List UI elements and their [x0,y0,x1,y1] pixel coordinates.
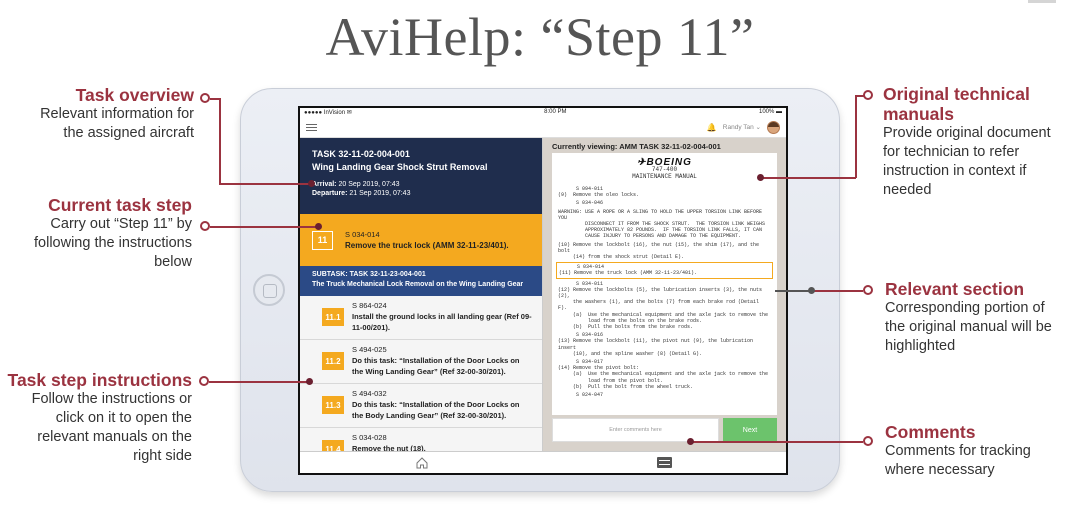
annotation-desc: Corresponding portion of the original man… [885,300,1052,354]
app-screen: ●●●●● InVision ✉ 8:00 PM 100% ▬ 🔔 Randy … [298,106,788,475]
step-text: S 034-014 Remove the truck lock (AMM 32-… [345,230,509,250]
current-task-step[interactable]: 11 S 034-014 Remove the truck lock (AMM … [300,214,542,266]
connector-dot [200,221,210,231]
connector-line [219,183,311,185]
annotation-comments: Comments Comments for tracking where nece… [885,422,1031,480]
connector-pin [308,180,315,187]
annotation-original-manuals: Original technical manuals Provide origin… [883,84,1051,200]
task-departure: Departure: 21 Sep 2019, 07:43 [312,190,411,197]
annotation-desc: Follow the instructions or click on it to… [31,391,192,464]
annotation-title: Task step instructions [7,370,192,390]
connector-dot [863,436,873,446]
manual-line: S 034-017 (14) Remove the pivot bolt: (a… [558,359,769,390]
substep-number: 11.3 [322,396,344,414]
connector-dot [199,376,209,386]
substep-item[interactable]: 11.3 S 494-032 Do this task: “Installatio… [300,384,542,428]
annotation-title: Task overview [75,85,194,105]
substep-number: 11.2 [322,352,344,370]
connector-line [209,381,309,383]
task-arrival: Arrival: 20 Sep 2019, 07:43 [312,181,400,188]
annotation-desc: Comments for tracking where necessary [885,443,1031,478]
annotation-title: Relevant section [885,279,1025,299]
avatar[interactable] [767,120,780,134]
connector-line [219,98,221,184]
manual-header: ✈BOEING 747-400 MAINTENANCE MANUAL [558,157,771,181]
status-carrier: ●●●●● InVision ✉ [304,110,352,116]
status-bar: ●●●●● InVision ✉ 8:00 PM 100% ▬ [300,108,786,117]
top-bar: 🔔 Randy Tan ⌄ [300,117,786,138]
task-name: Wing Landing Gear Shock Strut Removal [312,162,488,172]
substep-item[interactable]: 11.2 S 494-025 Do this task: “Installatio… [300,340,542,384]
connector-pin [315,223,322,230]
manual-pane: Currently viewing: AMM TASK 32-11-02-004… [543,138,786,451]
corner-tab [1028,0,1056,3]
comment-row: Enter comments here Next [552,418,777,442]
connector-dot [200,93,210,103]
manual-line: S 034-011 (12) Remove the lockbolts (5),… [558,280,769,331]
status-time: 8:00 PM [544,109,567,115]
connector-pin [757,174,764,181]
manual-line: S 034-016 (13) Remove the lockbolt (11),… [558,332,754,357]
substep-number: 11.4 [322,440,344,451]
manual-line: S 094-011 (9) Remove the oleo locks. [558,186,640,199]
subtask-header: SUBTASK: TASK 32-11-23-004-001 The Truck… [300,266,542,296]
step-number: 11 [312,230,333,250]
technical-manual-document[interactable]: ✈BOEING 747-400 MAINTENANCE MANUAL S 094… [552,153,777,415]
home-icon[interactable] [415,456,429,470]
substep-item[interactable]: 11.4 S 034-028 Remove the nut (18). [300,428,542,451]
manual-line: S 024-047 [558,392,604,399]
bottom-bar [300,451,786,473]
annotation-desc: Provide original document for technician … [883,125,1051,198]
task-id: TASK 32-11-02-004-001 [312,149,410,159]
annotation-current-task-step: Current task step Carry out “Step 11” by… [34,195,192,272]
annotation-title: Comments [885,422,976,442]
comment-input[interactable]: Enter comments here [552,418,719,442]
substep-number: 11.1 [322,308,344,326]
annotation-desc: Carry out “Step 11” by following the inst… [34,216,192,270]
annotation-task-overview: Task overview Relevant information for th… [40,85,194,143]
status-battery: 100% ▬ [758,109,782,115]
page-title: AviHelp: “Step 11” [325,7,755,67]
connector-pin [306,378,313,385]
connector-line [855,95,864,97]
menu-icon[interactable] [306,122,317,133]
substep-item[interactable]: 11.1 S 864-024 Install the ground locks i… [300,296,542,340]
next-button[interactable]: Next [723,418,777,442]
boeing-logo: ✈BOEING [637,157,692,168]
annotation-title: Original technical manuals [883,84,1030,124]
subtask-id: SUBTASK: TASK 32-11-23-004-001 [312,271,426,278]
subtask-title: The Truck Mechanical Lock Removal on the… [312,281,524,288]
manual-line: S 034-046 [558,200,604,207]
connector-line [760,177,856,179]
annotation-desc: Relevant information for the assigned air… [40,106,194,141]
manual-warning: WARNING: USE A ROPE OR A SLING TO HOLD T… [558,208,766,240]
highlighted-section: S 034-014 (11) Remove the truck lock (AM… [556,262,773,279]
currently-viewing: Currently viewing: AMM TASK 32-11-02-004… [552,142,721,151]
connector-dot [863,285,873,295]
task-overview: TASK 32-11-02-004-001 Wing Landing Gear … [300,138,542,214]
annotation-task-step-instructions: Task step instructions Follow the instru… [8,370,192,466]
notification-bell-icon[interactable]: 🔔 [707,123,717,132]
document-list-icon[interactable] [657,457,672,468]
connector-pin [808,287,815,294]
connector-pin [687,438,694,445]
task-pane: TASK 32-11-02-004-001 Wing Landing Gear … [300,138,543,451]
connector-line [855,95,857,178]
connector-dot [863,90,873,100]
manual-line: (10) Remove the lockbolt (16), the nut (… [558,241,760,261]
tablet-home-button[interactable] [253,274,285,306]
user-name[interactable]: Randy Tan ⌄ [723,123,761,131]
connector-line [812,290,863,292]
annotation-title: Current task step [48,195,192,215]
connector-line [690,441,863,443]
annotation-relevant-section: Relevant section Corresponding portion o… [885,279,1052,356]
connector-line [210,226,318,228]
